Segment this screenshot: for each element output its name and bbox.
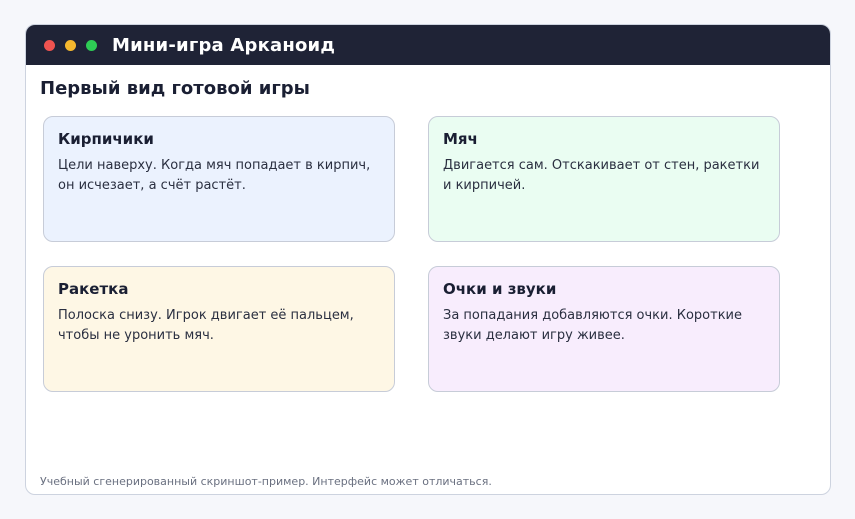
- card-bricks: Кирпичики Цели наверху. Когда мяч попада…: [43, 116, 395, 242]
- card-description: Цели наверху. Когда мяч попадает в кирпи…: [58, 158, 371, 193]
- card-title: Ракетка: [58, 280, 129, 298]
- card-ball: Мяч Двигается сам. Отскакивает от стен, …: [428, 116, 780, 242]
- card-title: Очки и звуки: [443, 280, 557, 298]
- title-bar: Мини-игра Арканоид: [26, 25, 830, 65]
- footer-disclaimer: Учебный сгенерированный скриншот-пример.…: [40, 475, 492, 488]
- minimize-window-button[interactable]: [65, 39, 76, 51]
- card-title: Мяч: [443, 130, 478, 148]
- close-window-button[interactable]: [44, 39, 55, 51]
- card-paddle: Ракетка Полоска снизу. Игрок двигает её …: [43, 266, 395, 392]
- card-description: За попадания добавляются очки. Короткие …: [443, 308, 742, 343]
- card-title: Кирпичики: [58, 130, 154, 148]
- card-description: Полоска снизу. Игрок двигает её пальцем,…: [58, 308, 354, 343]
- card-description: Двигается сам. Отскакивает от стен, раке…: [443, 158, 760, 193]
- page-title: Первый вид готовой игры: [40, 78, 310, 99]
- app-title: Мини-игра Арканоид: [112, 34, 336, 56]
- maximize-window-button[interactable]: [86, 39, 97, 51]
- card-score-sounds: Очки и звуки За попадания добавляются оч…: [428, 266, 780, 392]
- app-window: Мини-игра Арканоид Первый вид готовой иг…: [25, 24, 831, 495]
